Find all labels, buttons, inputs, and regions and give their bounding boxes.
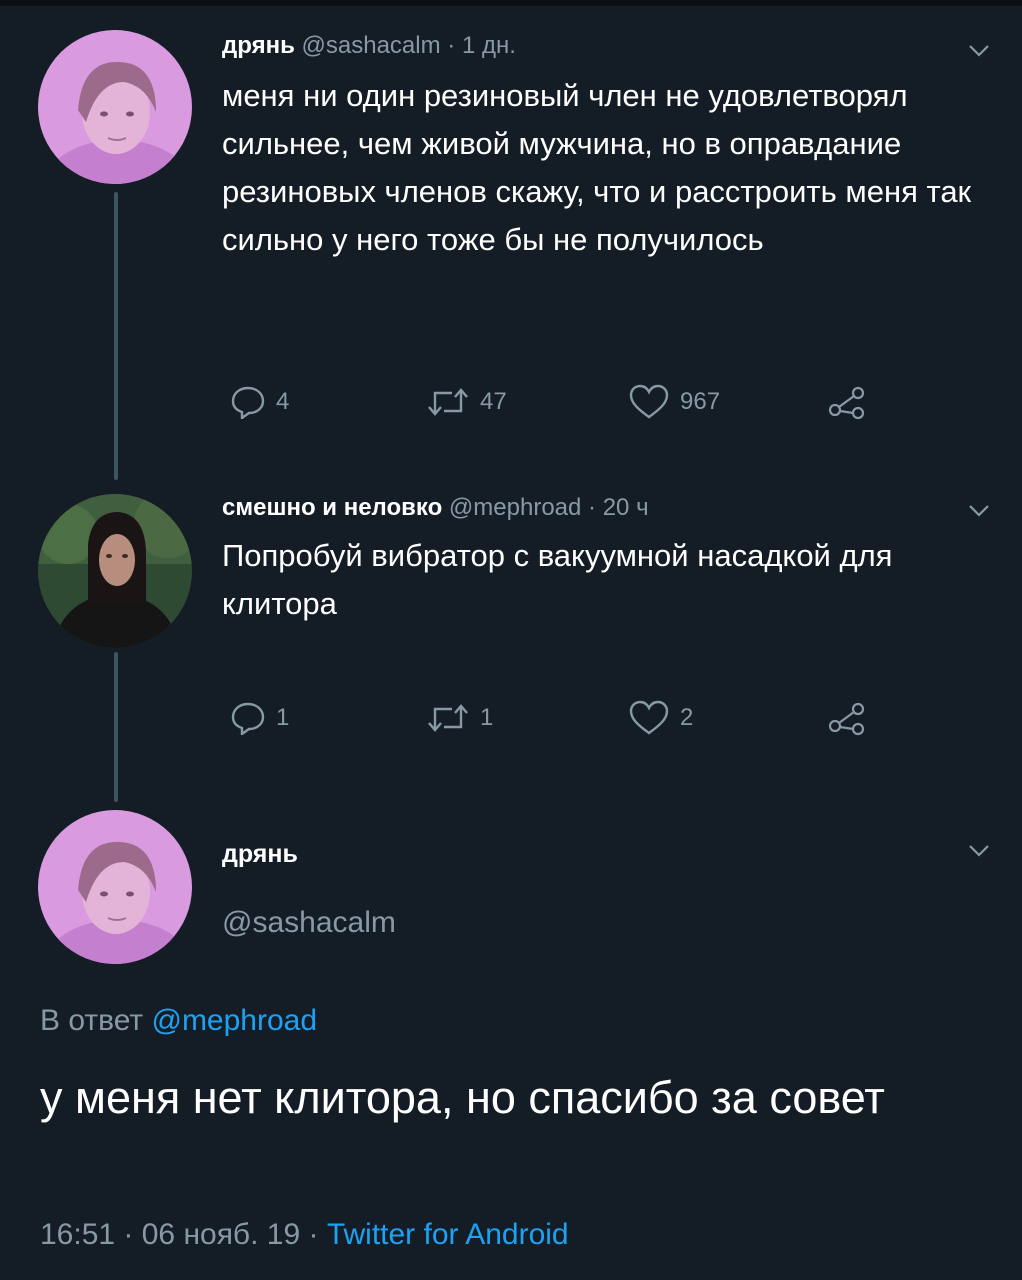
like-button[interactable]: 2 (628, 698, 693, 738)
retweet-button[interactable]: 47 (426, 382, 507, 422)
tweet-text: у меня нет клитора, но спасибо за совет (40, 1072, 885, 1123)
reply-icon (231, 386, 265, 419)
tweet-timestamp[interactable]: 16:51 · 06 нояб. 19 · (40, 1218, 318, 1251)
avatar[interactable] (38, 494, 192, 648)
share-button[interactable] (826, 382, 868, 422)
reply-prefix: В ответ (40, 1004, 144, 1037)
share-icon (828, 386, 865, 420)
author-name[interactable]: смешно и неловко (222, 494, 442, 521)
tweet-actions: 4 47 967 (222, 382, 902, 422)
avatar[interactable] (38, 30, 192, 184)
thread-line (114, 192, 118, 480)
tweet-text: Попробуй вибратор с вакуумной насадкой д… (222, 538, 893, 621)
retweet-button[interactable]: 1 (426, 698, 493, 738)
tweet-header: дрянь @sashacalm · 1 дн. (222, 32, 516, 60)
author-handle[interactable]: @sashacalm (222, 906, 396, 940)
like-icon (629, 700, 669, 735)
separator: · (447, 32, 456, 59)
tweet-time[interactable]: 20 ч (603, 494, 649, 521)
tweet-text: меня ни один резиновый член не удовлетво… (222, 78, 972, 257)
reply-button[interactable]: 4 (230, 382, 289, 422)
author-handle[interactable]: @mephroad (449, 494, 581, 521)
share-icon (828, 702, 865, 736)
top-bar (0, 0, 1022, 6)
chevron-down-icon[interactable] (968, 504, 990, 518)
reply-mention-link[interactable]: @mephroad (151, 1004, 317, 1037)
reply-count: 4 (276, 388, 290, 415)
share-button[interactable] (826, 698, 868, 738)
like-button[interactable]: 967 (628, 382, 720, 422)
tweet-source-link[interactable]: Twitter for Android (327, 1218, 569, 1251)
like-icon (629, 384, 669, 419)
retweet-icon (428, 388, 468, 416)
retweet-icon (428, 704, 468, 732)
retweet-count: 47 (480, 388, 507, 415)
reply-button[interactable]: 1 (230, 698, 289, 738)
reply-context: В ответ @mephroad (40, 1004, 317, 1038)
like-count: 2 (680, 704, 694, 731)
tweet-header: смешно и неловко @mephroad · 20 ч (222, 494, 649, 522)
author-name[interactable]: дрянь (222, 32, 295, 59)
reply-count: 1 (276, 704, 290, 731)
reply-icon (231, 702, 265, 735)
separator: · (588, 494, 597, 521)
chevron-down-icon[interactable] (968, 44, 990, 58)
avatar[interactable] (38, 810, 192, 964)
thread-line (114, 652, 118, 802)
author-name[interactable]: дрянь (222, 840, 298, 869)
tweet-time[interactable]: 1 дн. (462, 32, 516, 59)
author-handle[interactable]: @sashacalm (302, 32, 441, 59)
tweet-footer: 16:51 · 06 нояб. 19 · Twitter for Androi… (40, 1218, 569, 1252)
retweet-count: 1 (480, 704, 494, 731)
tweet-actions: 1 1 2 (222, 698, 902, 738)
like-count: 967 (680, 388, 721, 415)
chevron-down-icon[interactable] (968, 844, 990, 858)
